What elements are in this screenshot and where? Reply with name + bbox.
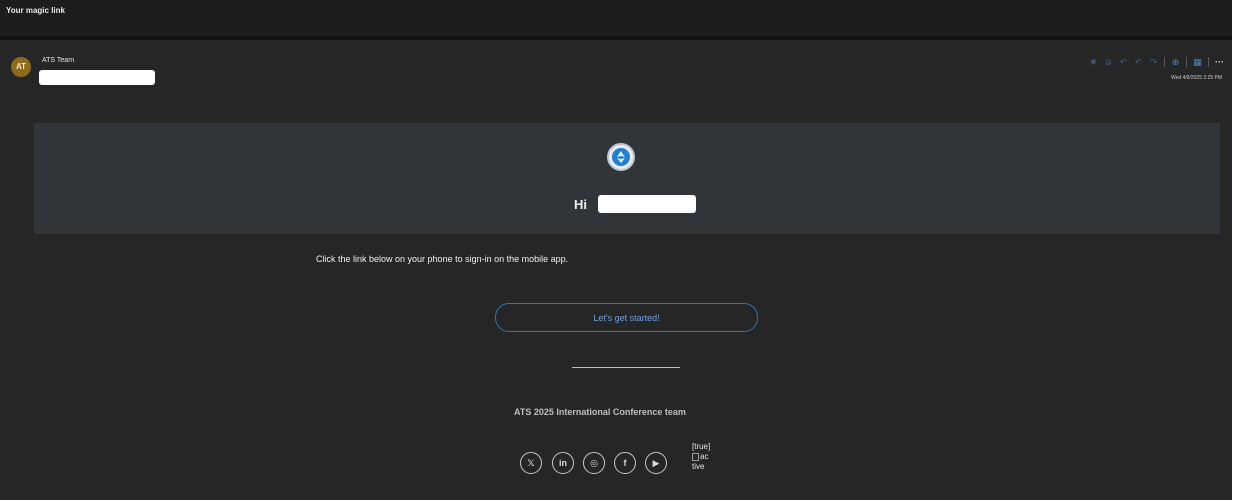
broken-image-alt-line: tive	[692, 462, 705, 471]
redacted-sender-email	[39, 70, 155, 85]
toolbar-divider	[1164, 57, 1165, 67]
apps-icon[interactable]: ⊕	[1169, 56, 1182, 68]
team-signature: ATS 2025 International Conference team	[514, 407, 686, 417]
message-actions-toolbar: ✳ ☺ ↶ ↶ ↷ ⊕ ▦ ···	[1087, 56, 1226, 68]
sender-name[interactable]: ATS Team	[42, 57, 74, 64]
instruction-text: Click the link below on your phone to si…	[316, 254, 569, 264]
broken-image-alt-line: [true]	[692, 442, 711, 451]
toolbar-divider	[1208, 57, 1209, 67]
facebook-icon[interactable]: f	[614, 452, 636, 474]
email-header-banner	[34, 123, 1220, 234]
get-started-button[interactable]: Let's get started!	[495, 303, 758, 332]
email-subject: Your magic link	[6, 6, 65, 15]
toolbar-divider	[1186, 57, 1187, 67]
x-icon[interactable]: 𝕏	[520, 452, 542, 474]
broken-image-alt-text: ac	[700, 452, 709, 461]
instagram-icon[interactable]: ◎	[583, 452, 605, 474]
broken-image-icon	[692, 452, 699, 461]
ats-logo-icon	[607, 143, 635, 171]
summary-icon[interactable]: ✳	[1087, 56, 1100, 68]
subject-bar: Your magic link	[0, 0, 1232, 40]
forward-icon[interactable]: ↷	[1147, 56, 1160, 68]
view-icon[interactable]: ▦	[1191, 56, 1204, 68]
more-icon[interactable]: ···	[1213, 56, 1226, 68]
linkedin-icon[interactable]: in	[552, 452, 574, 474]
received-date: Wed 4/9/2025 2:25 PM	[1170, 75, 1222, 81]
email-reading-pane: Your magic link AT ATS Team ✳ ☺ ↶ ↶ ↷ ⊕ …	[0, 0, 1232, 500]
emoji-reaction-icon[interactable]: ☺	[1102, 56, 1115, 68]
broken-image: [true] ac tive	[692, 442, 710, 472]
broken-image-alt-line: ac	[692, 452, 710, 462]
youtube-icon[interactable]: ▶	[645, 452, 667, 474]
reply-icon[interactable]: ↶	[1117, 56, 1130, 68]
greeting: Hi	[574, 197, 587, 212]
content-divider	[572, 367, 680, 368]
sender-avatar[interactable]: AT	[11, 57, 31, 77]
reply-all-icon[interactable]: ↶	[1132, 56, 1145, 68]
redacted-recipient-name	[598, 195, 696, 213]
